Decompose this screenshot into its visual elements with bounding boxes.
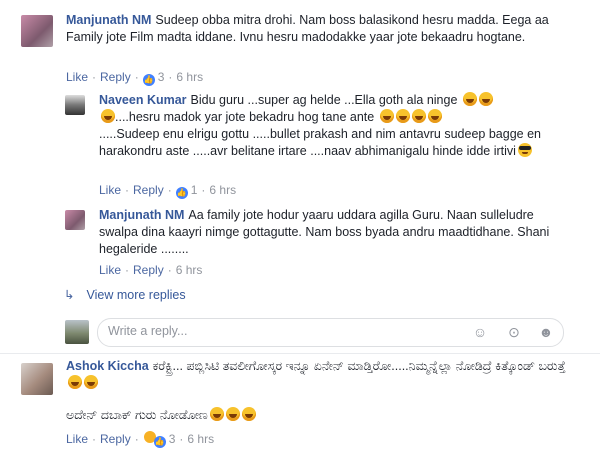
comment-author[interactable]: Naveen Kumar (99, 93, 187, 107)
like-button[interactable]: Like (66, 432, 88, 446)
comment-author[interactable]: Ashok Kiccha (66, 359, 149, 373)
comment: Naveen Kumar Bidu guru ...super ag helde … (99, 92, 569, 160)
sunglasses-emoji-icon (517, 143, 532, 157)
comment: Manjunath NM Sudeep obba mitra drohi. Nam… (66, 12, 581, 46)
laughing-emoji-icon (379, 109, 394, 123)
avatar[interactable] (21, 363, 53, 395)
comment: Manjunath NM Aa family jote hodur yaaru u… (99, 207, 569, 258)
timestamp[interactable]: 6 hrs (176, 263, 203, 277)
emoji-icon[interactable]: ☺ (472, 324, 488, 340)
camera-icon[interactable]: ⊙ (506, 324, 522, 340)
reply-arrow-icon: ↳ (64, 288, 75, 302)
comment-text: ....hesru madok yar jote bekadru hog tan… (115, 110, 375, 124)
like-button[interactable]: Like (99, 183, 121, 197)
timestamp[interactable]: 6 hrs (209, 183, 236, 197)
avatar[interactable] (65, 210, 85, 230)
reaction-count[interactable]: 3 (158, 70, 165, 84)
like-button[interactable]: Like (99, 263, 121, 277)
comment-text: Bidu guru ...super ag helde ...Ella goth… (190, 93, 458, 107)
view-more-replies[interactable]: ↳ View more replies (64, 287, 186, 302)
like-reaction-icon: 👍 (153, 436, 166, 448)
laughing-emoji-icon (241, 407, 256, 421)
timestamp[interactable]: 6 hrs (176, 70, 203, 84)
comment: Ashok Kiccha ಕರೆಕ್ಟ್ರಿ... ಪಬ್ಲಿಸಿಟಿ ತವಲೀಗ… (66, 358, 581, 392)
like-reaction-icon: 👍 (142, 74, 155, 86)
laughing-emoji-icon (209, 407, 224, 421)
reaction-count[interactable]: 1 (191, 183, 198, 197)
laughing-emoji-icon (478, 92, 493, 106)
laughing-emoji-icon (427, 109, 442, 123)
timestamp[interactable]: 6 hrs (187, 432, 214, 446)
like-button[interactable]: Like (66, 70, 88, 84)
avatar[interactable] (21, 15, 53, 47)
reply-button[interactable]: Reply (133, 183, 164, 197)
laughing-emoji-icon (462, 92, 477, 106)
comment-actions: Like · Reply · 6 hrs (99, 263, 203, 277)
laughing-emoji-icon (411, 109, 426, 123)
comment-actions: Like · Reply · 👍 3 · 6 hrs (66, 430, 215, 448)
laughing-emoji-icon (395, 109, 410, 123)
reply-button[interactable]: Reply (100, 70, 131, 84)
reaction-count[interactable]: 3 (169, 432, 176, 446)
reply-input[interactable]: Write a reply... ☺ ⊙ ☻ (97, 318, 564, 347)
like-reaction-icon: 👍 (175, 187, 188, 199)
avatar[interactable] (65, 95, 85, 115)
reply-button[interactable]: Reply (100, 432, 131, 446)
comment-text: .....Sudeep enu elrigu gottu .....bullet… (99, 127, 541, 158)
comment-text: ಕರೆಕ್ಟ್ರಿ... ಪಬ್ಲಿಸಿಟಿ ತವಲೀಗೋಸ್ಕರ ಇನ್ನೂ … (152, 359, 566, 373)
reply-button[interactable]: Reply (133, 263, 164, 277)
laughing-emoji-icon (101, 109, 115, 123)
laughing-emoji-icon (68, 375, 82, 389)
comment-actions: Like · Reply · 👍 1 · 6 hrs (99, 183, 237, 199)
sticker-icon[interactable]: ☻ (538, 324, 554, 340)
divider (0, 353, 600, 354)
comment-author[interactable]: Manjunath NM (66, 13, 151, 27)
comment-actions: Like · Reply · 👍 3 · 6 hrs (66, 70, 204, 86)
comment-author[interactable]: Manjunath NM (99, 208, 184, 222)
reply-placeholder: Write a reply... (108, 324, 188, 338)
laughing-emoji-icon (84, 375, 98, 389)
avatar (65, 320, 89, 344)
comment: ಅದೇನ್ ದಬಾಕ್ ಗುರು ನೋಡೋಣ (66, 407, 581, 424)
comment-text: ಅದೇನ್ ದಬಾಕ್ ಗುರು ನೋಡೋಣ (66, 408, 208, 422)
laughing-emoji-icon (225, 407, 240, 421)
view-more-label[interactable]: View more replies (86, 288, 185, 302)
